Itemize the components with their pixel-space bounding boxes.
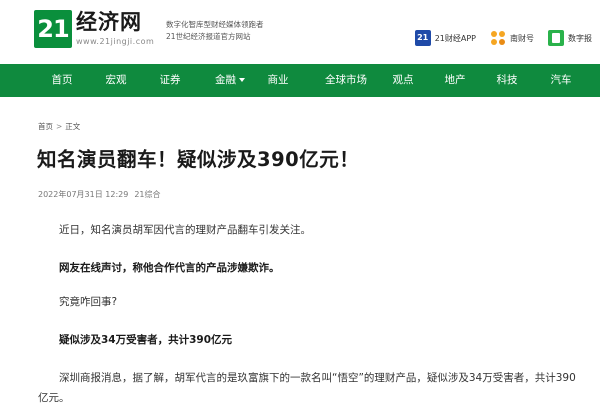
nav-item-macro[interactable]: 宏观 [92,64,140,97]
site-logo[interactable]: 21 经济网 www.21jingji.com [34,10,154,48]
site-header: 21 经济网 www.21jingji.com 数字化智库型财经媒体领跑者 21… [0,0,600,64]
site-slogan: 数字化智库型财经媒体领跑者 21世纪经济报道官方网站 [166,19,264,43]
nav-item-finance-label: 金融 [215,74,236,86]
article-date: 2022年07月31日 12:29 [38,190,129,199]
nav-item-finance[interactable]: 金融 [202,64,258,97]
breadcrumb-current: 正文 [65,122,81,131]
nav-item-real-estate[interactable]: 地产 [434,64,476,97]
nav-item-auto[interactable]: 汽车 [540,64,582,97]
chevron-down-icon [239,78,245,82]
article-paragraph: 疑似涉及34万受害者，共计390亿元 [59,334,233,346]
article-paragraph: 深圳商报消息，据了解，胡军代言的是玖富旗下的一款名叫“悟空”的理财产品，疑似涉及… [38,372,576,404]
nav-item-home[interactable]: 首页 [38,64,86,97]
app-21-link[interactable]: 21 21财经APP [414,30,476,46]
nav-item-tech[interactable]: 科技 [486,64,528,97]
breadcrumb-home[interactable]: 首页 [38,122,53,131]
shuzibao-link[interactable]: 数字报 [548,30,592,46]
breadcrumb-separator: > [56,122,63,131]
logo-badge: 21 [34,10,72,48]
app-21-icon: 21 [414,30,431,46]
header-links: 21 21财经APP 南财号 数字报 [414,30,592,46]
article-meta: 2022年07月31日 12:29 21综合 [38,189,161,200]
logo-name: 经济网 [76,10,142,34]
nav-item-business[interactable]: 商业 [254,64,302,97]
logo-url: www.21jingji.com [76,37,155,46]
nav-item-securities[interactable]: 证券 [146,64,194,97]
nav-item-global-market[interactable]: 全球市场 [312,64,380,97]
nancai-label: 南财号 [510,33,534,43]
shuzibao-icon [548,30,564,46]
shuzibao-label: 数字报 [568,33,592,43]
article-paragraph: 究竟咋回事? [59,296,118,308]
article-paragraph: 近日，知名演员胡军因代言的理财产品翻车引发关注。 [59,224,311,236]
slogan-line-1: 数字化智库型财经媒体领跑者 [166,20,264,29]
main-nav: 首页 宏观 证券 金融 商业 全球市场 观点 地产 科技 汽车 [0,64,600,97]
nancai-icon [490,30,506,46]
article-source: 21综合 [134,190,161,199]
slogan-line-2: 21世纪经济报道官方网站 [166,32,251,41]
nav-item-opinion[interactable]: 观点 [382,64,424,97]
app-21-label: 21财经APP [434,33,476,43]
nancai-link[interactable]: 南财号 [490,30,534,46]
article-title: 知名演员翻车！疑似涉及390亿元！ [37,148,360,171]
article-paragraph: 网友在线声讨，称他合作代言的产品涉嫌欺诈。 [59,262,280,274]
breadcrumb: 首页 > 正文 [38,121,80,132]
